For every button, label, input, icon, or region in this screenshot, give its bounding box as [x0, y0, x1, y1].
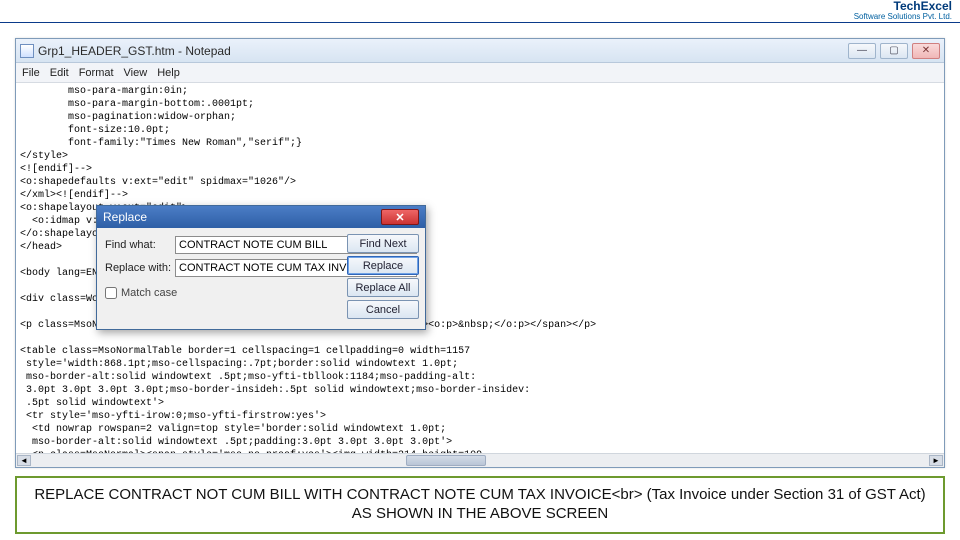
menu-view[interactable]: View: [124, 67, 148, 79]
replace-button[interactable]: Replace: [347, 256, 419, 275]
dialog-titlebar[interactable]: Replace ✕: [97, 206, 425, 228]
dialog-close-button[interactable]: ✕: [381, 209, 419, 225]
titlebar[interactable]: Grp1_HEADER_GST.htm - Notepad — ▢ ✕: [16, 39, 944, 63]
editor-area[interactable]: mso-para-margin:0in; mso-para-margin-bot…: [16, 83, 944, 453]
notepad-icon: [20, 44, 34, 58]
replace-dialog: Replace ✕ Find what: Replace with: Match…: [96, 205, 426, 330]
scroll-left-arrow-icon[interactable]: ◄: [17, 455, 31, 466]
menu-file[interactable]: File: [22, 67, 40, 79]
scroll-right-arrow-icon[interactable]: ►: [929, 455, 943, 466]
brand-tagline: Software Solutions Pvt. Ltd.: [854, 13, 952, 22]
top-divider: [0, 22, 960, 23]
menu-format[interactable]: Format: [79, 67, 114, 79]
match-case-box[interactable]: [105, 287, 117, 299]
replace-with-label: Replace with:: [105, 262, 175, 274]
window-title: Grp1_HEADER_GST.htm - Notepad: [38, 44, 231, 58]
find-what-label: Find what:: [105, 239, 175, 251]
instruction-caption: REPLACE CONTRACT NOT CUM BILL WITH CONTR…: [15, 476, 945, 534]
replace-all-button[interactable]: Replace All: [347, 278, 419, 297]
notepad-window: Grp1_HEADER_GST.htm - Notepad — ▢ ✕ File…: [15, 38, 945, 468]
brand-logo: TechExcel Software Solutions Pvt. Ltd.: [854, 0, 952, 22]
find-next-button[interactable]: Find Next: [347, 234, 419, 253]
scroll-thumb[interactable]: [406, 455, 486, 466]
cancel-button[interactable]: Cancel: [347, 300, 419, 319]
horizontal-scrollbar[interactable]: ◄ ►: [16, 453, 944, 467]
minimize-button[interactable]: —: [848, 43, 876, 59]
menubar: File Edit Format View Help: [16, 63, 944, 83]
dialog-title: Replace: [103, 210, 147, 224]
menu-edit[interactable]: Edit: [50, 67, 69, 79]
maximize-button[interactable]: ▢: [880, 43, 908, 59]
instruction-text: REPLACE CONTRACT NOT CUM BILL WITH CONTR…: [27, 486, 933, 524]
close-button[interactable]: ✕: [912, 43, 940, 59]
match-case-label: Match case: [121, 287, 177, 299]
menu-help[interactable]: Help: [157, 67, 180, 79]
